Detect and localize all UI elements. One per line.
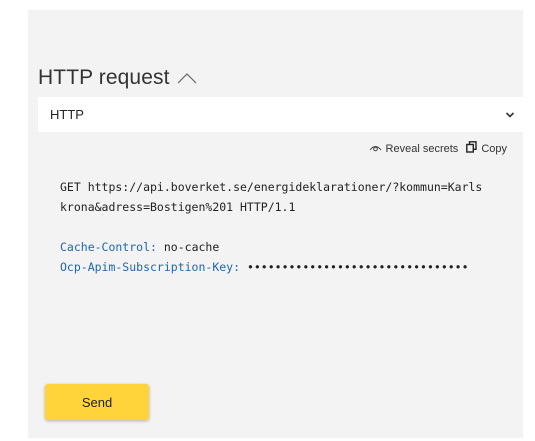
header-name: Ocp-Apim-Subscription-Key:: [60, 260, 241, 274]
request-line: GET https://api.boverket.se/energideklar…: [60, 180, 483, 194]
header-line: Ocp-Apim-Subscription-Key: •••••••••••••…: [60, 257, 510, 277]
header-line: Cache-Control: no-cache: [60, 237, 510, 257]
protocol-select-value: HTTP: [50, 107, 84, 122]
request-code-block: GET https://api.boverket.se/energideklar…: [60, 177, 510, 277]
reveal-secrets-label: Reveal secrets: [385, 142, 459, 155]
code-actions: Reveal secrets Copy: [369, 141, 507, 156]
section-title: HTTP request: [38, 66, 170, 89]
http-request-panel: HTTP request HTTP Reveal secrets Copy GE…: [28, 10, 523, 438]
section-header[interactable]: HTTP request: [38, 66, 198, 90]
copy-button[interactable]: Copy: [466, 141, 507, 156]
request-line-continued: krona&adress=Bostigen%201 HTTP/1.1: [60, 200, 296, 214]
chevron-up-icon[interactable]: [176, 71, 198, 85]
chevron-down-icon: [505, 106, 515, 124]
send-button[interactable]: Send: [45, 384, 149, 420]
header-value: no-cache: [163, 240, 220, 254]
copy-icon: [466, 141, 481, 156]
copy-label: Copy: [481, 142, 507, 155]
eye-icon: [369, 143, 386, 155]
header-value-masked: ••••••••••••••••••••••••••••••••: [246, 260, 469, 274]
reveal-secrets-button[interactable]: Reveal secrets: [369, 142, 459, 155]
header-name: Cache-Control:: [60, 240, 157, 254]
protocol-select[interactable]: HTTP: [38, 97, 523, 132]
